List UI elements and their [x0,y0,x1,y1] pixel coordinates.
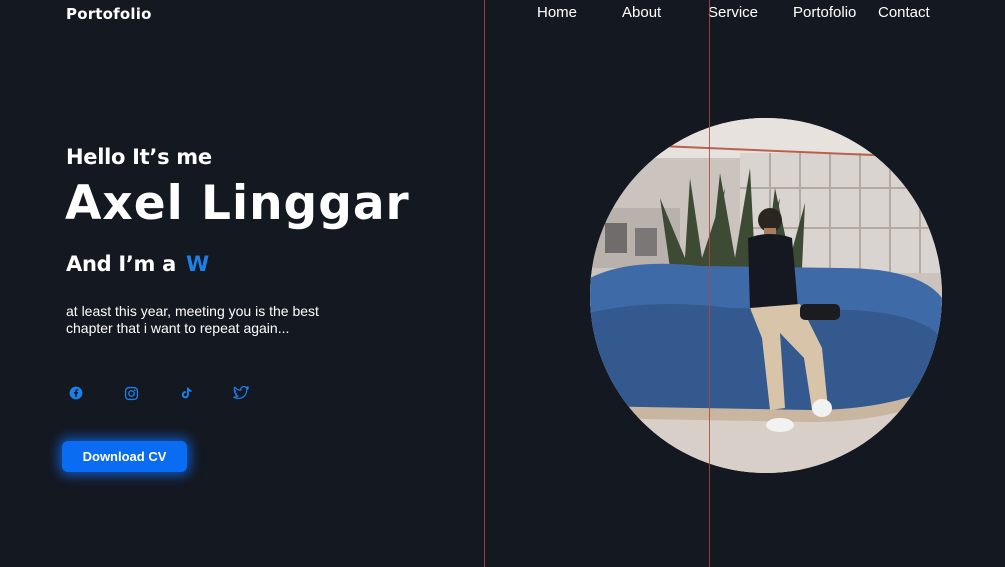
layout-guide-line [709,0,710,567]
hero-greeting: Hello It’s me [66,145,212,169]
nav-link-contact[interactable]: Contact [878,5,930,21]
nav-link-service[interactable]: Service [708,5,758,21]
nav-link-home[interactable]: Home [537,5,577,21]
download-cv-button[interactable]: Download CV [62,441,187,472]
hero-role: And I’m a W [66,252,209,276]
nav-link-about[interactable]: About [622,5,661,21]
profile-photo [590,118,942,473]
nav-link-portofolio[interactable]: Portofolio [793,5,856,21]
hero-role-prefix: And I’m a [66,252,177,276]
hero-name: Axel Linggar [65,176,410,231]
hero-role-typed-text: W [186,252,209,276]
tiktok-icon[interactable] [178,385,194,401]
twitter-icon[interactable] [233,385,249,401]
facebook-icon[interactable] [68,385,84,401]
main-nav: Home About Service Portofolio Contact [0,5,1005,23]
instagram-icon[interactable] [123,385,139,401]
layout-guide-line [484,0,485,567]
hero-description: at least this year, meeting you is the b… [66,303,319,336]
